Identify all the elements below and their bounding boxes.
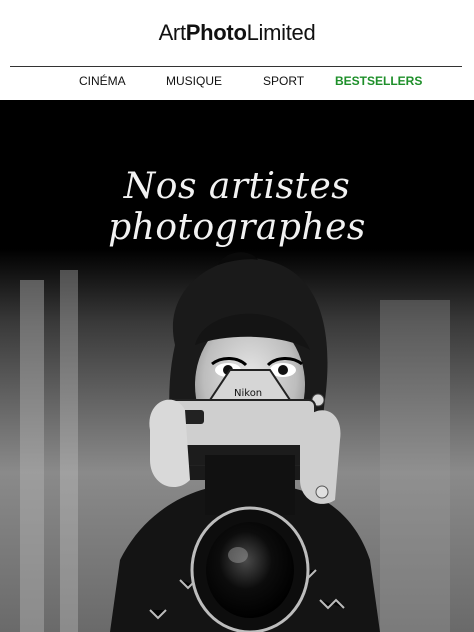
category-nav: CINÉMA MUSIQUE SPORT BESTSELLERS: [0, 74, 474, 94]
header-divider: [10, 66, 462, 67]
nav-item-musique[interactable]: MUSIQUE: [166, 74, 222, 88]
nav-item-cinema[interactable]: CINÉMA: [79, 74, 126, 88]
camera-brand-text: Nikon: [234, 388, 262, 399]
nav-item-sport[interactable]: SPORT: [263, 74, 304, 88]
brand-logo[interactable]: ArtPhotoLimited: [0, 20, 474, 46]
logo-part-art: Art: [158, 20, 187, 45]
hero-banner[interactable]: Nikon Nos artistes photographes: [0, 100, 474, 632]
logo-part-photo: Photo: [185, 20, 247, 45]
email-header: ArtPhotoLimited CINÉMA MUSIQUE SPORT BES…: [0, 0, 474, 100]
hero-title: Nos artistes photographes: [108, 166, 366, 248]
logo-part-limited: Limited: [246, 20, 316, 45]
nav-item-bestsellers[interactable]: BESTSELLERS: [335, 74, 422, 88]
